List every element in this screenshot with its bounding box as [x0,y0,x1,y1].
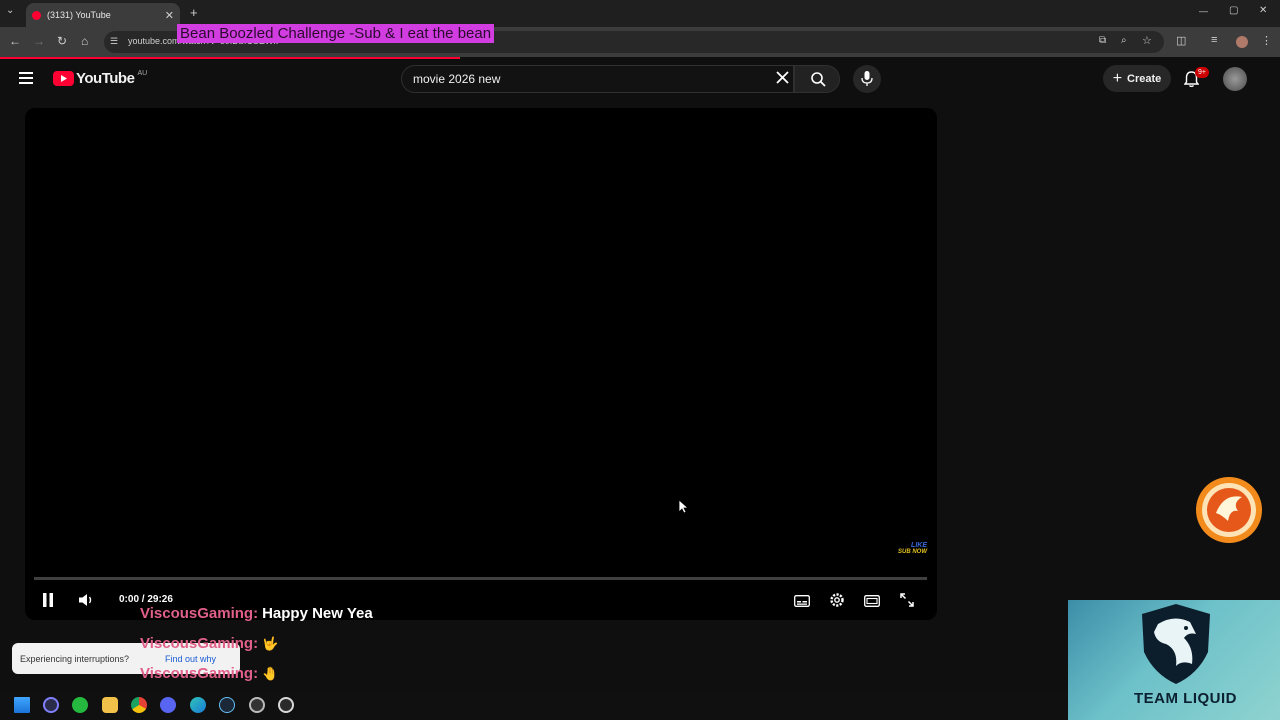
chat-username: ViscousGaming: [140,605,259,622]
pause-icon [43,593,53,607]
app-icon-2[interactable] [249,697,265,713]
window-minimize-button[interactable]: — [1199,6,1208,16]
xbox-icon[interactable] [72,697,88,713]
time-display: 0:00 / 29:26 [119,594,173,605]
app-icon-1[interactable] [43,697,59,713]
clear-search-icon[interactable] [776,71,789,89]
settings-button[interactable] [829,592,845,613]
chat-message: ViscousGaming: 🤚 [140,665,278,682]
tab-title: (3131) YouTube [47,10,111,20]
window-close-button[interactable]: ✕ [1259,5,1267,16]
obs-icon[interactable] [278,697,294,713]
install-app-icon[interactable]: ⧉ [1099,35,1106,46]
youtube-favicon-icon [32,10,41,20]
mouse-cursor-icon [678,499,690,519]
region-code: AU [137,70,148,77]
toast-text: Experiencing interruptions? [20,654,130,664]
theater-mode-button[interactable] [864,594,880,612]
chrome-icon[interactable] [131,697,147,713]
notification-count-badge: 9+ [1195,67,1209,78]
create-label: Create [1127,72,1162,85]
chat-message: ViscousGaming: Happy New Yea [140,605,373,622]
profile-avatar-icon[interactable] [1236,36,1248,48]
fullscreen-button[interactable] [900,593,914,612]
search-button[interactable] [794,65,840,93]
chat-username: ViscousGaming: [140,665,259,682]
voice-search-button[interactable] [853,65,881,93]
volume-button[interactable] [78,593,94,612]
watermark-sub-text: SUB NOW [898,549,927,555]
chat-text: Happy New Yea [262,605,373,622]
phoenix-logo [1194,475,1264,545]
volume-icon [79,594,92,606]
browser-menu-icon[interactable]: ⋮ [1261,34,1272,47]
back-arrow-icon[interactable]: ← [9,34,21,48]
gear-icon [830,593,844,607]
pause-button[interactable] [42,593,54,612]
forward-arrow-icon[interactable]: → [33,34,45,48]
windows-start-icon[interactable] [14,697,30,713]
video-player[interactable] [25,108,937,620]
subtitles-icon [794,595,810,607]
team-liquid-horse-logo [1142,604,1210,684]
like-sub-watermark: LIKE SUB NOW [893,542,927,560]
new-tab-button[interactable]: + [190,5,198,20]
stream-overlay-title: Bean Boozled Challenge -Sub & I eat the … [177,24,495,43]
account-avatar[interactable] [1223,67,1247,91]
edge-icon[interactable] [190,697,206,713]
chat-emote: 🤚 [262,666,279,681]
steam-icon[interactable] [219,697,235,713]
tab-close-icon[interactable]: ✕ [165,9,174,22]
chat-emote: 🤟 [262,636,279,651]
chat-username: ViscousGaming: [140,635,259,652]
file-explorer-icon[interactable] [102,697,118,713]
theater-mode-icon [864,595,880,607]
site-info-icon[interactable]: ☰ [110,36,118,47]
find-out-why-link[interactable]: Find out why [165,654,216,664]
plus-icon: + [1112,69,1123,87]
discord-icon[interactable] [160,697,176,713]
extensions-icon[interactable]: ◫ [1176,34,1186,47]
watermark-like-text: LIKE [911,542,927,549]
home-icon[interactable]: ⌂ [81,34,88,48]
search-input[interactable]: movie 2026 new [413,72,500,86]
youtube-play-logo-icon [53,71,74,86]
youtube-logo[interactable]: YouTube AU [53,70,147,87]
reload-icon[interactable]: ↻ [57,34,67,48]
hamburger-menu-icon[interactable] [19,71,33,84]
bookmark-star-icon[interactable]: ☆ [1142,34,1152,47]
tab-list-icon[interactable]: ⌄ [6,5,14,16]
microphone-icon [861,71,873,86]
browser-tab[interactable]: (3131) YouTube ✕ [26,3,180,27]
subtitles-button[interactable] [794,594,810,612]
media-control-icon[interactable]: ≡ [1211,34,1217,46]
team-liquid-name: TEAM LIQUID [1134,690,1237,707]
video-progress-bar[interactable] [34,577,927,580]
fullscreen-icon [900,593,914,607]
window-maximize-button[interactable]: ▢ [1229,5,1238,16]
create-button[interactable]: + Create [1103,65,1171,92]
youtube-logo-text: YouTube [76,70,135,87]
search-icon [811,72,826,87]
chat-message: ViscousGaming: 🤟 [140,635,278,652]
zoom-icon[interactable]: ⌕ [1121,35,1127,46]
